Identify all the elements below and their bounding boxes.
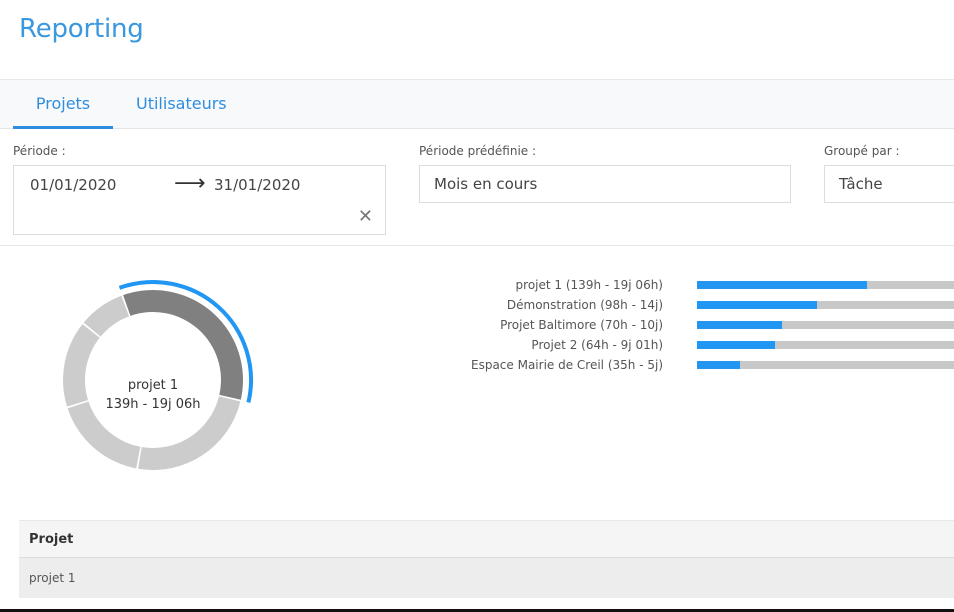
date-range-input[interactable]: 01/01/2020 ⟶ 31/01/2020 ✕ — [13, 165, 386, 235]
tabs-bar: Projets Utilisateurs — [0, 79, 954, 129]
period-label: Période : — [13, 144, 66, 158]
bar-fill — [697, 361, 740, 369]
close-icon[interactable]: ✕ — [358, 206, 373, 227]
bar-row[interactable]: Projet 2 (64h - 9j 01h) — [0, 336, 954, 356]
tab-utilisateurs[interactable]: Utilisateurs — [136, 80, 227, 128]
bar-row[interactable]: Espace Mairie de Creil (35h - 5j) — [0, 356, 954, 376]
bar-label: Espace Mairie de Creil (35h - 5j) — [471, 358, 663, 372]
bar-label: Projet Baltimore (70h - 10j) — [500, 318, 663, 332]
arrow-right-icon: ⟶ — [174, 171, 206, 196]
bar-fill — [697, 301, 817, 309]
bar-label: Démonstration (98h - 14j) — [506, 298, 663, 312]
page-title: Reporting — [19, 14, 144, 44]
table-row[interactable]: projet 1 — [19, 558, 954, 598]
bar-row[interactable]: projet 1 (139h - 19j 06h) — [0, 276, 954, 296]
bar-track — [697, 281, 954, 289]
bar-row[interactable]: Projet Baltimore (70h - 10j) — [0, 316, 954, 336]
group-by-select[interactable]: Tâche — [824, 165, 954, 203]
table-header-projet[interactable]: Projet — [19, 520, 954, 558]
donut-center-value: 139h - 19j 06h — [105, 397, 201, 412]
bar-track — [697, 321, 954, 329]
group-by-label: Groupé par : — [824, 144, 900, 158]
predefined-period-select[interactable]: Mois en cours — [419, 165, 791, 203]
bar-track — [697, 361, 954, 369]
donut-center-title: projet 1 — [127, 378, 179, 393]
tab-projets[interactable]: Projets — [13, 80, 113, 129]
bar-track — [697, 301, 954, 309]
filters-panel: Période : 01/01/2020 ⟶ 31/01/2020 ✕ Péri… — [0, 128, 954, 246]
bar-track — [697, 341, 954, 349]
bar-row[interactable]: Démonstration (98h - 14j) — [0, 296, 954, 316]
predefined-period-label: Période prédéfinie : — [419, 144, 537, 158]
bar-fill — [697, 321, 783, 329]
start-date-input[interactable]: 01/01/2020 — [30, 176, 116, 194]
bar-fill — [697, 341, 776, 349]
bar-label: projet 1 (139h - 19j 06h) — [515, 278, 663, 292]
bar-fill — [697, 281, 867, 289]
end-date-input[interactable]: 31/01/2020 — [214, 176, 300, 194]
bar-label: Projet 2 (64h - 9j 01h) — [531, 338, 663, 352]
